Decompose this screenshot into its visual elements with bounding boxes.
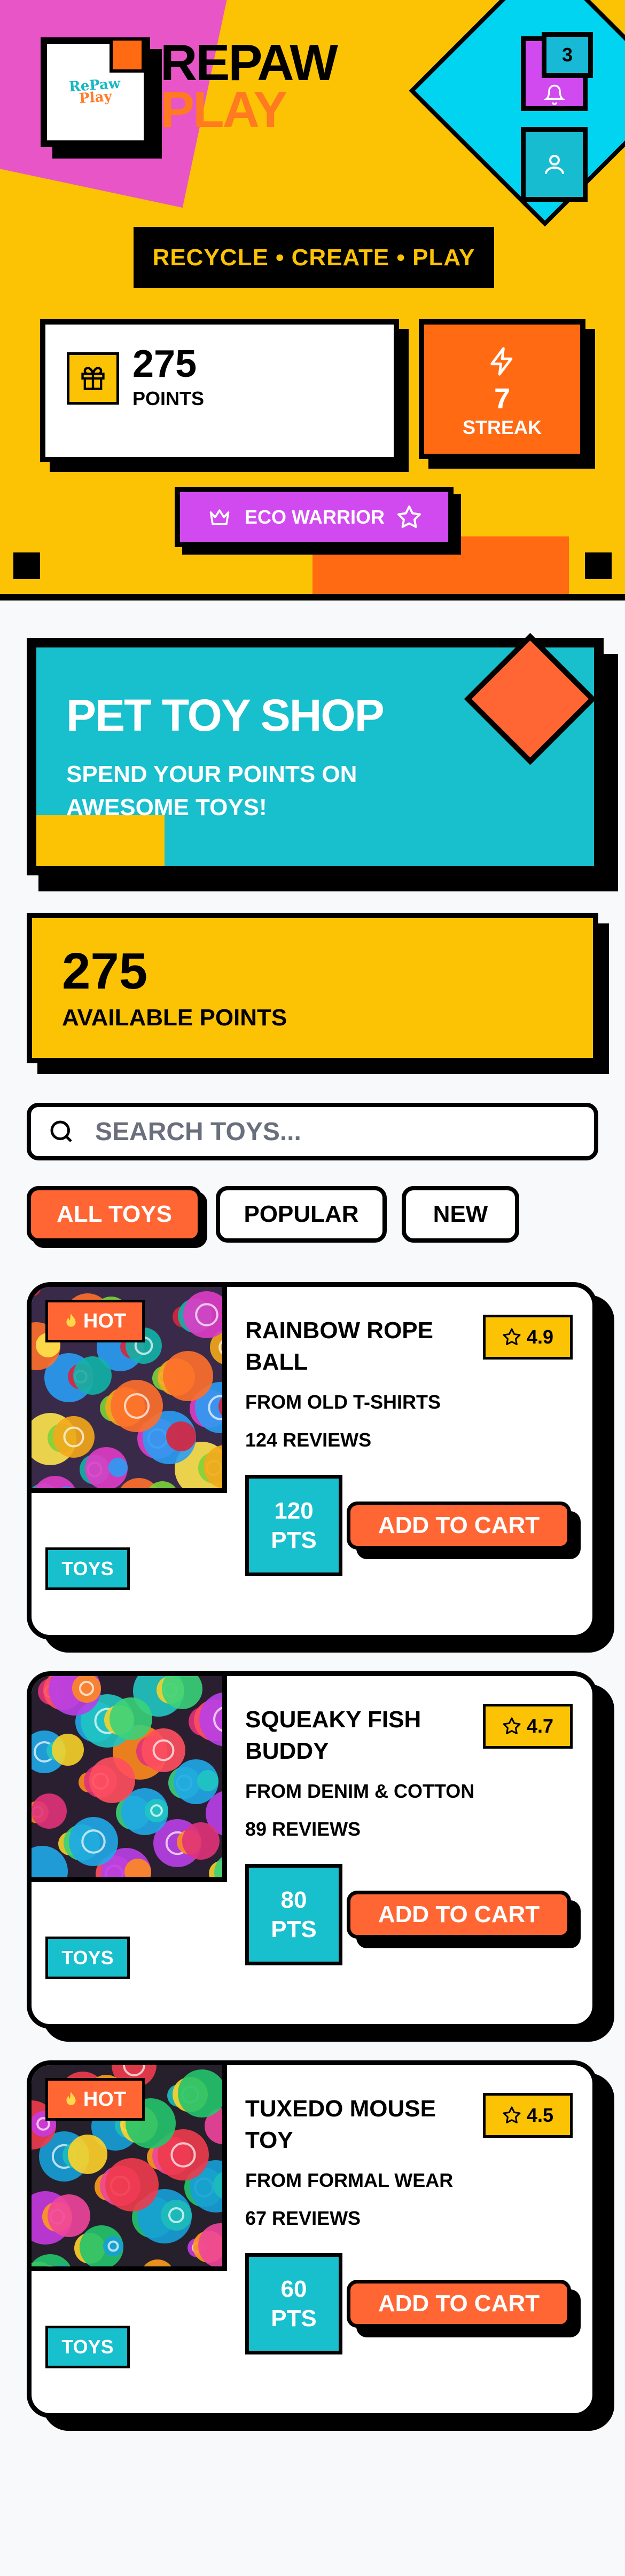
search-icon bbox=[47, 1117, 79, 1146]
rating-badge: 4.9 bbox=[483, 1315, 573, 1360]
price-value: 80 bbox=[280, 1887, 307, 1913]
price-unit: PTS bbox=[271, 1527, 317, 1553]
review-count: 89 REVIEWS bbox=[245, 1818, 361, 1840]
app-header: RePaw Play REPAW PLAY 3 RECYCLE • CREATE… bbox=[0, 0, 625, 600]
shop-subtitle: SPEND YOUR POINTS ON AWESOME TOYS! bbox=[66, 761, 357, 820]
shop-title: PET TOY SHOP bbox=[66, 690, 385, 740]
price-unit: PTS bbox=[271, 2305, 317, 2332]
star-icon bbox=[397, 505, 421, 528]
rating-badge: 4.5 bbox=[483, 2093, 573, 2138]
product-image[interactable] bbox=[32, 1676, 227, 1882]
user-icon bbox=[544, 155, 564, 175]
notification-count-badge: 3 bbox=[542, 32, 593, 78]
bell-icon bbox=[544, 84, 565, 105]
eco-warrior-badge: ECO WARRIOR bbox=[175, 487, 454, 547]
product-name[interactable]: SQUEAKY FISH BUDDY bbox=[245, 1704, 459, 1767]
points-card: 275 POINTS bbox=[40, 319, 399, 462]
price-tag: 80 PTS bbox=[245, 1864, 342, 1965]
points-value: 275 bbox=[132, 343, 197, 385]
review-count: 124 REVIEWS bbox=[245, 1429, 372, 1451]
category-tag[interactable]: TOYS bbox=[45, 2326, 130, 2368]
product-name[interactable]: RAINBOW ROPE BALL bbox=[245, 1315, 459, 1378]
fire-icon bbox=[66, 2092, 76, 2105]
streak-value: 7 bbox=[494, 383, 511, 415]
rating-value: 4.9 bbox=[526, 1326, 554, 1348]
available-points-card: 275 AVAILABLE POINTS bbox=[27, 913, 598, 1063]
price-value: 120 bbox=[274, 1498, 314, 1524]
hot-label: HOT bbox=[83, 2088, 127, 2111]
decorative-logo-square bbox=[110, 37, 145, 73]
hot-badge: HOT bbox=[45, 2078, 145, 2121]
hot-badge: HOT bbox=[45, 1300, 145, 1342]
page-footer-area bbox=[0, 2447, 625, 2576]
product-origin: FROM FORMAL WEAR bbox=[245, 2169, 454, 2191]
category-tag[interactable]: TOYS bbox=[45, 1547, 130, 1590]
product-name[interactable]: TUXEDO MOUSE TOY bbox=[245, 2093, 459, 2156]
search-bar[interactable] bbox=[27, 1103, 598, 1160]
product-card[interactable]: TOYS SQUEAKY FISH BUDDY 4.7 FROM DENIM &… bbox=[27, 1671, 597, 2029]
product-origin: FROM OLD T-SHIRTS bbox=[245, 1391, 441, 1413]
app-logo[interactable]: RePaw Play bbox=[41, 37, 150, 147]
logo-text-2: Play bbox=[79, 89, 113, 107]
price-tag: 120 PTS bbox=[245, 1475, 342, 1576]
profile-button[interactable] bbox=[521, 127, 588, 202]
lightning-icon bbox=[490, 347, 513, 376]
points-label: POINTS bbox=[132, 388, 205, 409]
product-origin: FROM DENIM & COTTON bbox=[245, 1780, 475, 1802]
filter-new[interactable]: NEW bbox=[402, 1186, 519, 1243]
search-input[interactable] bbox=[95, 1117, 576, 1147]
streak-card: 7 STREAK bbox=[419, 319, 585, 459]
star-icon bbox=[503, 2106, 521, 2123]
category-tag[interactable]: TOYS bbox=[45, 1937, 130, 1979]
filter-all-toys[interactable]: ALL TOYS bbox=[27, 1186, 202, 1243]
decorative-square-right bbox=[585, 552, 612, 579]
star-icon bbox=[503, 1328, 521, 1345]
review-count: 67 REVIEWS bbox=[245, 2207, 361, 2229]
product-card[interactable]: HOT TOYS RAINBOW ROPE BALL 4.9 FROM OLD T… bbox=[27, 1282, 597, 1640]
gift-icon-box bbox=[67, 352, 119, 405]
available-points-value: 275 bbox=[62, 943, 148, 1000]
star-icon bbox=[503, 1717, 521, 1734]
add-to-cart-button[interactable]: ADD TO CART bbox=[347, 1502, 571, 1550]
crown-icon bbox=[209, 509, 230, 525]
rating-value: 4.7 bbox=[526, 1715, 554, 1737]
tagline: RECYCLE • CREATE • PLAY bbox=[134, 227, 494, 288]
filter-popular[interactable]: POPULAR bbox=[216, 1186, 387, 1243]
rating-value: 4.5 bbox=[526, 2104, 554, 2126]
gift-icon bbox=[81, 367, 105, 390]
price-unit: PTS bbox=[271, 1916, 317, 1942]
price-value: 60 bbox=[280, 2276, 307, 2302]
hot-label: HOT bbox=[83, 1309, 127, 1332]
decorative-square-left bbox=[13, 552, 40, 579]
rating-badge: 4.7 bbox=[483, 1704, 573, 1749]
streak-label: STREAK bbox=[462, 416, 542, 438]
brand-name-line-2: PLAY bbox=[160, 81, 287, 138]
add-to-cart-button[interactable]: ADD TO CART bbox=[347, 1891, 571, 1939]
badge-label: ECO WARRIOR bbox=[244, 505, 385, 528]
add-to-cart-button[interactable]: ADD TO CART bbox=[347, 2280, 571, 2328]
available-points-label: AVAILABLE POINTS bbox=[62, 1005, 287, 1031]
product-card[interactable]: HOT TOYS TUXEDO MOUSE TOY 4.5 FROM FORMAL… bbox=[27, 2060, 597, 2418]
logo-mark: RePaw Play bbox=[69, 76, 122, 107]
fire-icon bbox=[66, 1314, 76, 1327]
price-tag: 60 PTS bbox=[245, 2253, 342, 2354]
